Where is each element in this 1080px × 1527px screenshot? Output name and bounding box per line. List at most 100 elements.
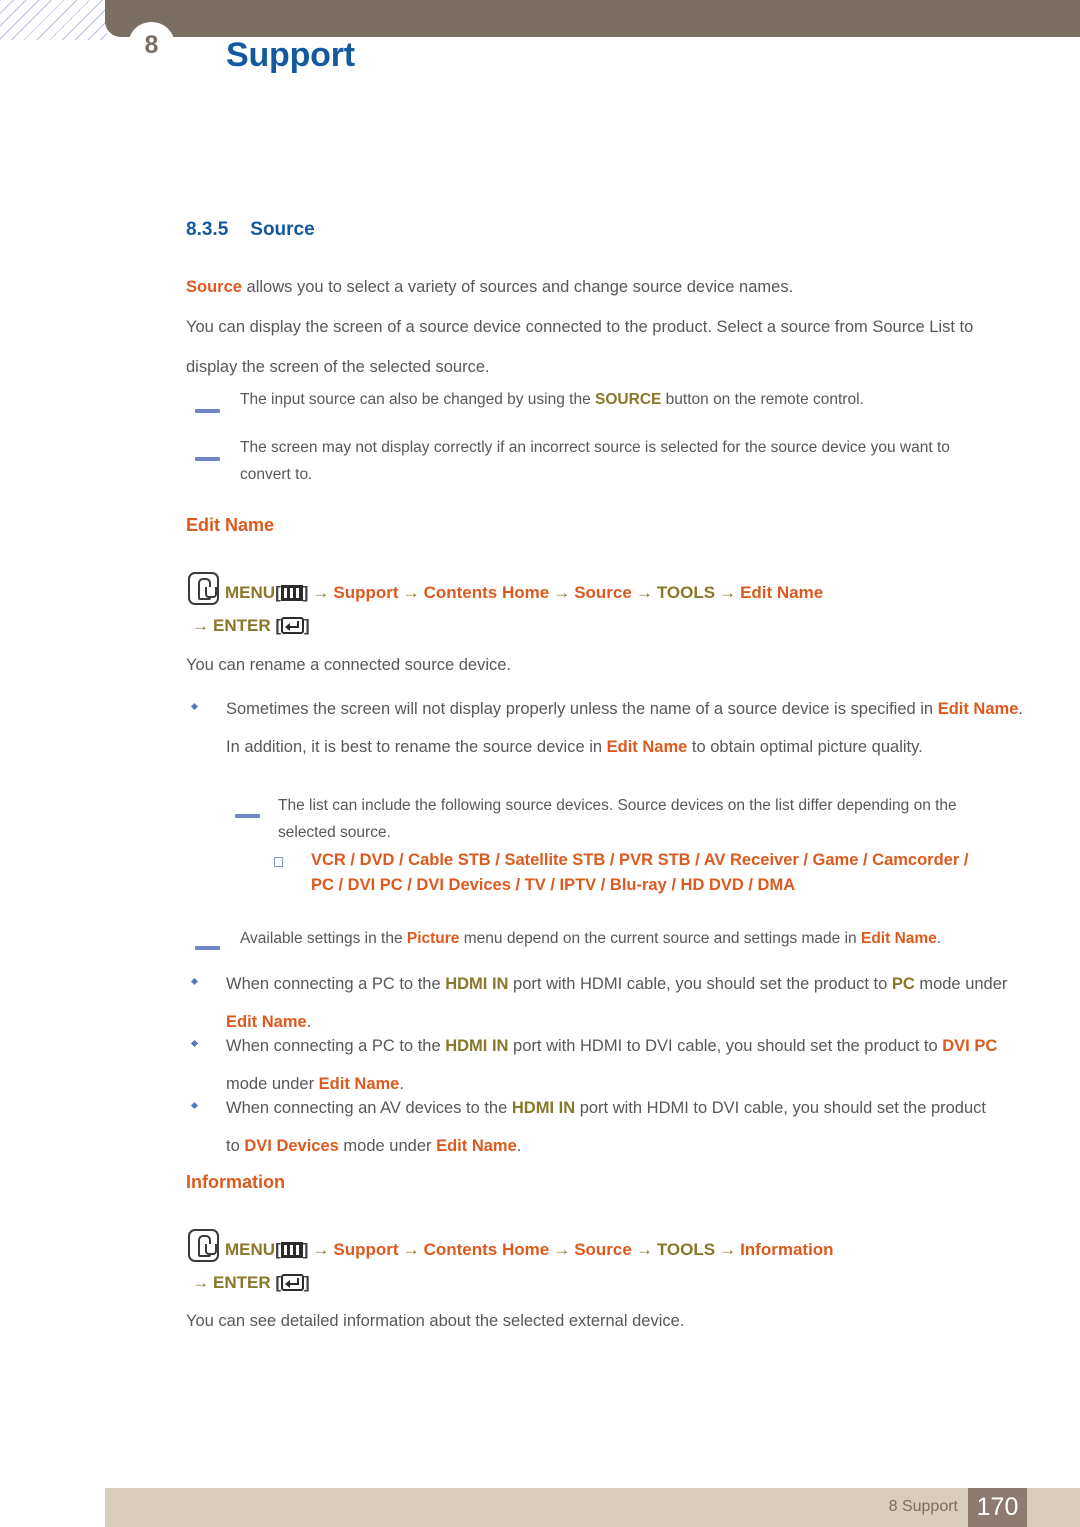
arrow-icon: → xyxy=(635,583,653,602)
term-hdmi-in: HDMI IN xyxy=(445,975,509,993)
note-term-source-button: SOURCE xyxy=(595,391,662,408)
term-dvi-devices: DVI Devices xyxy=(244,1137,339,1155)
information-description: You can see detailed information about t… xyxy=(186,1312,685,1330)
source-device-list-line-1: VCR / DVD / Cable STB / Satellite STB / … xyxy=(311,851,969,869)
note-dash-marker xyxy=(195,409,220,413)
arrow-icon: → xyxy=(192,616,209,635)
bracket-close: ] xyxy=(304,1273,310,1292)
note-dash-marker xyxy=(235,814,260,818)
menu-path-edit-name: MENU[] → Support → Contents Home → Source → TOOL… xyxy=(188,572,823,610)
note-picture-settings: Available settings in the Picture menu d… xyxy=(240,925,1030,952)
menu-label: MENU xyxy=(225,1240,276,1259)
bullet-marker xyxy=(190,977,199,986)
term-edit-name: Edit Name xyxy=(436,1137,517,1155)
menu-step-information: Information xyxy=(740,1240,834,1259)
bullet-text-2: port with HDMI to DVI cable, you should … xyxy=(508,1037,943,1055)
arrow-icon: → xyxy=(635,1240,653,1259)
section-number: 8.3.5 xyxy=(186,219,229,240)
menu-step-tools: TOOLS xyxy=(656,1240,716,1259)
bullet-text-4: . xyxy=(516,1137,522,1155)
arrow-icon: → xyxy=(312,583,330,602)
bracket-close: ] xyxy=(304,616,310,635)
intro-rest: allows you to select a variety of source… xyxy=(241,278,794,296)
menu-bars-icon xyxy=(280,585,303,601)
term-edit-name: Edit Name xyxy=(606,738,688,756)
intro-term-source: Source xyxy=(186,278,242,296)
bullet-text-3: mode under xyxy=(338,1137,437,1155)
menu-step-contents-home: Contents Home xyxy=(423,583,550,602)
note-text-pre: The input source can also be changed by … xyxy=(240,391,596,408)
note-incorrect-source: The screen may not display correctly if … xyxy=(240,439,950,483)
term-hdmi-in: HDMI IN xyxy=(445,1037,509,1055)
menu-step-tools: TOOLS xyxy=(656,583,716,602)
menu-path-enter-information: → ENTER [] xyxy=(188,1265,310,1300)
menu-bars-icon xyxy=(280,1242,303,1258)
menu-step-support: Support xyxy=(333,1240,399,1259)
note-source-button: The input source can also be changed by … xyxy=(240,386,1000,413)
bullet-text-1: When connecting a PC to the xyxy=(226,1037,446,1055)
bullet-text-1: When connecting an AV devices to the xyxy=(226,1099,512,1117)
header-brown-bar xyxy=(105,0,1080,37)
term-edit-name: Edit Name xyxy=(937,700,1019,718)
arrow-icon: → xyxy=(312,1240,330,1259)
arrow-icon: → xyxy=(553,1240,571,1259)
note-dash-marker xyxy=(195,457,220,461)
bullet-marker xyxy=(190,702,199,711)
hand-press-icon xyxy=(188,1229,219,1262)
bullet-text-2: port with HDMI cable, you should set the… xyxy=(508,975,892,993)
term-picture: Picture xyxy=(406,930,460,947)
decorative-hatch-pattern xyxy=(0,0,107,40)
square-bullet-marker xyxy=(274,857,283,867)
hand-press-icon xyxy=(188,572,219,605)
term-pc: PC xyxy=(891,975,915,993)
page-footer: 8 Support 170 xyxy=(105,1488,1080,1527)
source-device-list-line-2: PC / DVI PC / DVI Devices / TV / IPTV / … xyxy=(311,876,796,894)
page-number: 170 xyxy=(976,1493,1019,1521)
menu-step-contents-home: Contents Home xyxy=(423,1240,550,1259)
menu-step-source: Source xyxy=(574,583,632,602)
intro-paragraph: Source allows you to select a variety of… xyxy=(186,267,1026,307)
menu-label: MENU xyxy=(225,583,276,602)
source-device-list: VCR / DVD / Cable STB / Satellite STB / … xyxy=(311,848,1011,898)
section-heading: 8.3.5 Source xyxy=(186,219,315,241)
enter-label: ENTER xyxy=(213,616,271,635)
note-text-2: menu depend on the current source and se… xyxy=(459,930,861,947)
footer-chapter-label: 8 Support xyxy=(888,1498,958,1515)
arrow-icon: → xyxy=(192,1273,209,1292)
arrow-icon: → xyxy=(553,583,571,602)
bullet-connect-av-dvi: When connecting an AV devices to the HDM… xyxy=(226,1089,1001,1165)
menu-step-edit-name: Edit Name xyxy=(740,583,824,602)
enter-label: ENTER xyxy=(213,1273,271,1292)
term-dvi-pc: DVI PC xyxy=(942,1037,998,1055)
bullet-specify-name: Sometimes the screen will not display pr… xyxy=(226,690,1031,766)
term-hdmi-in: HDMI IN xyxy=(511,1099,576,1117)
chapter-number-badge: 8 xyxy=(128,22,175,69)
arrow-icon: → xyxy=(719,583,737,602)
menu-step-support: Support xyxy=(333,583,399,602)
bullet-text-1: When connecting a PC to the xyxy=(226,975,446,993)
bullet-marker xyxy=(190,1101,199,1110)
footer-page-box: 170 xyxy=(968,1488,1027,1527)
note-list-includes: The list can include the following sourc… xyxy=(278,797,957,841)
enter-key-icon xyxy=(281,617,305,634)
page-title: Support xyxy=(226,36,355,74)
enter-key-icon xyxy=(281,1274,305,1291)
section-title: Source xyxy=(250,219,315,240)
menu-step-source: Source xyxy=(574,1240,632,1259)
term-edit-name: Edit Name xyxy=(860,930,937,947)
subheading-edit-name: Edit Name xyxy=(186,515,275,535)
arrow-icon: → xyxy=(719,1240,737,1259)
menu-path-enter-edit-name: → ENTER [] xyxy=(188,608,310,643)
page-header: 8 Support xyxy=(0,0,1080,120)
bullet-text-3: to obtain optimal picture quality. xyxy=(687,738,923,756)
bullet-marker xyxy=(190,1039,199,1048)
arrow-icon: → xyxy=(402,583,420,602)
arrow-icon: → xyxy=(402,1240,420,1259)
bullet-text-1: Sometimes the screen will not display pr… xyxy=(226,700,938,718)
note-text-post: button on the remote control. xyxy=(661,391,864,408)
bullet-text-3: mode under xyxy=(914,975,1008,993)
edit-name-description: You can rename a connected source device… xyxy=(186,656,512,674)
menu-path-information: MENU[] → Support → Contents Home → Source → TOOL… xyxy=(188,1229,834,1267)
note-text-3: . xyxy=(936,930,942,947)
paragraph-display-screen: You can display the screen of a source d… xyxy=(186,318,974,376)
